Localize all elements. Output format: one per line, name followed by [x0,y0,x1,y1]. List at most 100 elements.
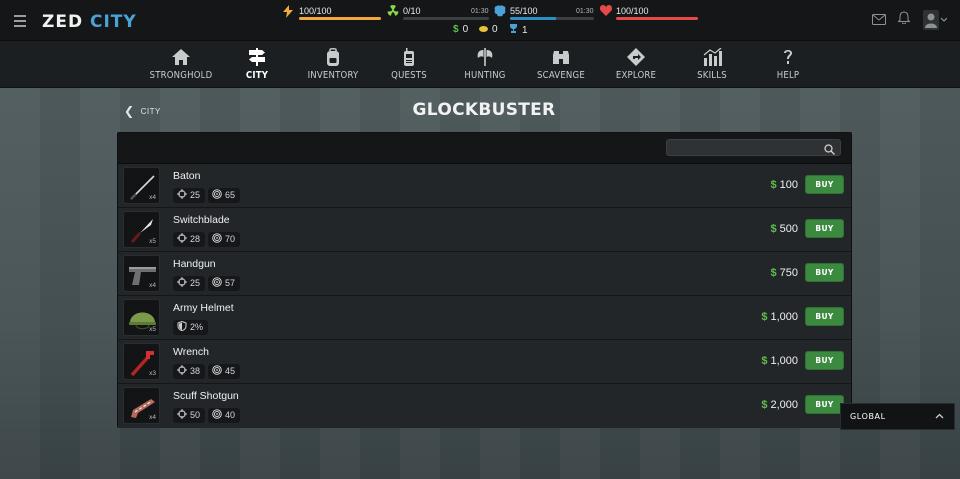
points-display[interactable]: 0 [479,24,498,35]
stat-value: 65 [225,190,236,200]
life-value: 100/100 [616,6,649,16]
stat-chip: 45 [208,364,241,379]
price-value: 750 [779,267,798,279]
stat-value: 40 [225,410,236,420]
nav-label: STRONGHOLD [149,70,213,81]
search-input[interactable] [666,139,841,156]
item-image[interactable]: x3 [123,343,160,380]
nav-help[interactable]: HELP [750,45,826,85]
stat-value: 38 [190,366,201,376]
item-name: Switchblade [173,214,230,226]
shop-panel: x4 Baton 25 65 $100 BUY x5 Switchblade 28… [117,132,852,428]
brain-icon [494,5,506,20]
shop-item-row: x3 Wrench 38 45 $1,000 BUY [118,340,851,384]
heart-icon [599,5,613,19]
item-image[interactable]: x5 [123,299,160,336]
nav-stronghold[interactable]: STRONGHOLD [143,45,219,85]
energy-stat[interactable]: 100/100 [283,5,383,21]
question-icon [778,48,798,66]
buy-button[interactable]: BUY [805,307,844,326]
life-stat[interactable]: 100/100 [599,5,700,21]
item-image[interactable]: x4 [123,387,160,424]
item-name: Scuff Shotgun [173,390,239,402]
item-image[interactable]: x4 [123,255,160,292]
dollar-icon: $ [770,267,777,279]
morale-bar [510,17,594,20]
buy-button[interactable]: BUY [805,395,844,414]
item-stats: 28 70 [173,229,243,247]
crosshair-icon [177,365,187,375]
stat-chip: 57 [208,276,241,291]
nav-label: EXPLORE [615,70,657,81]
stat-chip: 2% [173,320,209,335]
nav-label: SCAVENGE [537,70,585,81]
chevron-up-icon[interactable] [935,411,944,422]
trophy-display[interactable]: 1 [509,24,528,36]
nav-inventory[interactable]: INVENTORY [295,45,371,85]
target-icon [212,189,222,199]
target-icon [212,365,222,375]
nav-skills[interactable]: SKILLS [674,45,750,85]
buy-button[interactable]: BUY [805,219,844,238]
dollar-icon: $ [453,24,459,35]
morale-value: 55/100 [510,6,538,16]
stat-value: 2% [190,322,204,332]
menu-icon[interactable] [14,15,26,30]
nav-quests[interactable]: QUESTS [371,45,447,85]
nav-label: CITY [245,70,269,81]
global-chat-tab[interactable]: GLOBAL [840,403,955,430]
stat-chip: 25 [173,188,206,203]
binoculars-icon [551,48,571,66]
stat-chip: 50 [173,408,206,423]
stat-chip: 28 [173,232,206,247]
avatar [923,10,948,33]
avatar-menu[interactable] [923,10,948,33]
energy-bar [299,17,381,20]
item-image[interactable]: x4 [123,167,160,204]
nav-explore[interactable]: EXPLORE [598,45,674,85]
search-icon[interactable] [824,142,835,155]
item-price: $2,000 [761,399,798,411]
buy-button[interactable]: BUY [805,175,844,194]
stat-value: 57 [225,278,236,288]
signpost-icon [247,48,267,66]
stat-chip: 40 [208,408,241,423]
stat-value: 70 [225,234,236,244]
radiation-bar [403,17,489,20]
logo[interactable]: ZED CITY [42,12,137,32]
chat-label: GLOBAL [850,412,886,421]
radiation-stat[interactable]: 0/10 01:30 [387,5,491,21]
buy-button[interactable]: BUY [805,351,844,370]
item-price: $1,000 [761,355,798,367]
item-price: $750 [771,267,798,279]
morale-stat[interactable]: 55/100 01:30 [494,5,598,21]
target-icon [212,277,222,287]
buy-button[interactable]: BUY [805,263,844,282]
crosshair-icon [177,409,187,419]
backpack-icon [323,48,343,66]
money-display[interactable]: $0 [453,24,468,35]
shield-icon [177,320,187,332]
price-value: 100 [779,179,798,191]
item-name: Baton [173,170,201,182]
lightning-icon [283,5,293,21]
nav-scavenge[interactable]: SCAVENGE [523,45,599,85]
shop-item-row: x5 Army Helmet 2% $1,000 BUY [118,296,851,340]
bell-icon[interactable] [895,11,913,29]
nav-hunting[interactable]: HUNTING [447,45,523,85]
item-stats: 50 40 [173,405,243,423]
page-title: GLOCKBUSTER [412,100,556,120]
target-icon [212,233,222,243]
item-image[interactable]: x5 [123,211,160,248]
item-quantity: x5 [149,238,156,245]
dollar-icon: $ [770,179,777,191]
target-icon [212,409,222,419]
radiation-value: 0/10 [403,6,421,16]
walkie-talkie-icon [399,48,419,66]
item-name: Wrench [173,346,209,358]
nav-city[interactable]: CITY [219,45,295,85]
mail-icon[interactable] [870,12,888,30]
shop-panel-header [118,133,851,164]
item-stats: 25 57 [173,273,243,291]
item-name: Army Helmet [173,302,234,314]
